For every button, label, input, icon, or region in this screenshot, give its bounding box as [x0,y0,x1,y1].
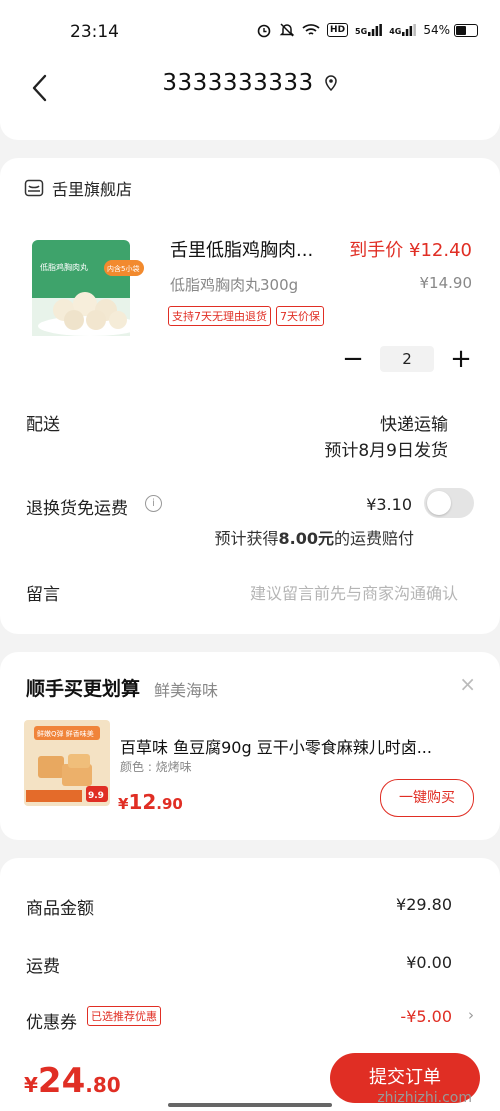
recommend-title: 顺手买更划算 [26,678,141,700]
header: 3333333333 [0,64,500,140]
home-indicator[interactable] [168,1103,332,1107]
product-tags: 支持7天无理由退货 7天价保 [168,306,324,326]
close-icon[interactable]: × [459,672,476,696]
store-row[interactable]: 舌里旗舰店 [24,176,132,200]
signal-4g-icon: 4G [389,24,417,36]
return-shipping-toggle[interactable] [424,488,474,518]
original-price: ¥14.90 [419,274,473,292]
page-title[interactable]: 3333333333 [0,70,500,96]
svg-text:内含5小袋: 内含5小袋 [107,264,139,273]
svg-text:低脂鸡胸肉丸: 低脂鸡胸肉丸 [40,262,88,272]
increase-button[interactable]: + [448,346,474,372]
recommend-card: 顺手买更划算 鲜美海味 × 鲜嫩Q弹 鲜香味美 9.9 百草味 鱼豆腐90g 豆… [0,652,500,840]
return-shipping-price: ¥3.10 [366,495,412,514]
recommend-product-name[interactable]: 百草味 鱼豆腐90g 豆干小零食麻辣儿时卤... [120,734,432,758]
delivery-method[interactable]: 快递运输 [380,410,448,435]
final-price: 到手价 ¥12.40 [349,240,472,261]
coupon-badge: 已选推荐优惠 [87,1006,161,1026]
price-protect-tag: 7天价保 [276,306,324,326]
recommend-price: ¥12.90 [118,790,183,814]
product-spec: 低脂鸡胸肉丸300g [170,276,299,294]
wifi-icon [302,23,320,37]
svg-text:鲜嫩Q弹 鲜香味美: 鲜嫩Q弹 鲜香味美 [37,729,94,738]
decrease-button[interactable]: − [340,346,366,372]
return-shipping-label: 退换货免运费 [26,499,128,519]
page-title-text: 3333333333 [162,70,314,96]
battery-icon [454,23,478,37]
order-card: 舌里旗舰店 低脂鸡胸肉丸 内含5小袋 舌里低脂鸡胸肉... 到手价 ¥12.40… [0,158,500,634]
message-label: 留言 [26,585,60,605]
watermark-text: zhizhizhi.com [377,1090,472,1106]
info-icon[interactable]: i [145,495,162,512]
recommend-subtitle: 鲜美海味 [154,681,219,700]
product-image[interactable]: 低脂鸡胸肉丸 内含5小袋 [30,238,150,338]
shipping-fee-label: 运费 [26,957,60,977]
store-icon [24,179,44,197]
product-name[interactable]: 舌里低脂鸡胸肉... [170,236,313,262]
coupon-label: 优惠券 [26,1013,77,1033]
hd-icon: HD [327,23,349,37]
status-bar: 23:14 HD 5G 4G 54% [0,0,500,64]
goods-amount-label: 商品金额 [26,899,94,919]
coupon-value[interactable]: -¥5.00 [400,1007,452,1026]
recommend-product-image[interactable]: 鲜嫩Q弹 鲜香味美 9.9 [24,720,110,806]
delivery-label: 配送 [26,415,60,435]
total-price: ¥24.80 [24,1061,121,1101]
quantity-input[interactable]: 2 [380,346,434,372]
chevron-right-icon[interactable]: › [468,1006,474,1024]
recommend-product-spec: 颜色 : 烧烤味 [120,760,192,774]
shipping-fee-value: ¥0.00 [406,953,452,972]
delivery-eta: 预计8月9日发货 [324,441,448,461]
site-watermark: zhizhizhi.com [358,1030,488,1110]
status-time: 23:14 [70,22,119,42]
return-policy-tag: 支持7天无理由退货 [168,306,271,326]
compensation-note: 预计获得8.00元的运费赔付 [214,529,414,548]
one-click-buy-button[interactable]: 一键购买 [380,779,474,817]
goods-amount-value: ¥29.80 [396,895,452,914]
quantity-stepper: − 2 + [340,346,474,372]
location-pin-icon [324,75,337,91]
toggle-knob [427,491,451,515]
store-name: 舌里旗舰店 [52,180,133,199]
message-input[interactable]: 建议留言前先与商家沟通确认 [250,580,458,604]
signal-5g-icon: 5G [355,24,383,36]
svg-text:9.9: 9.9 [88,791,104,801]
battery-indicator: 54% [423,23,478,37]
alarm-icon [256,22,272,38]
mute-bell-icon [279,22,295,38]
status-icons: HD 5G 4G 54% [256,22,478,38]
